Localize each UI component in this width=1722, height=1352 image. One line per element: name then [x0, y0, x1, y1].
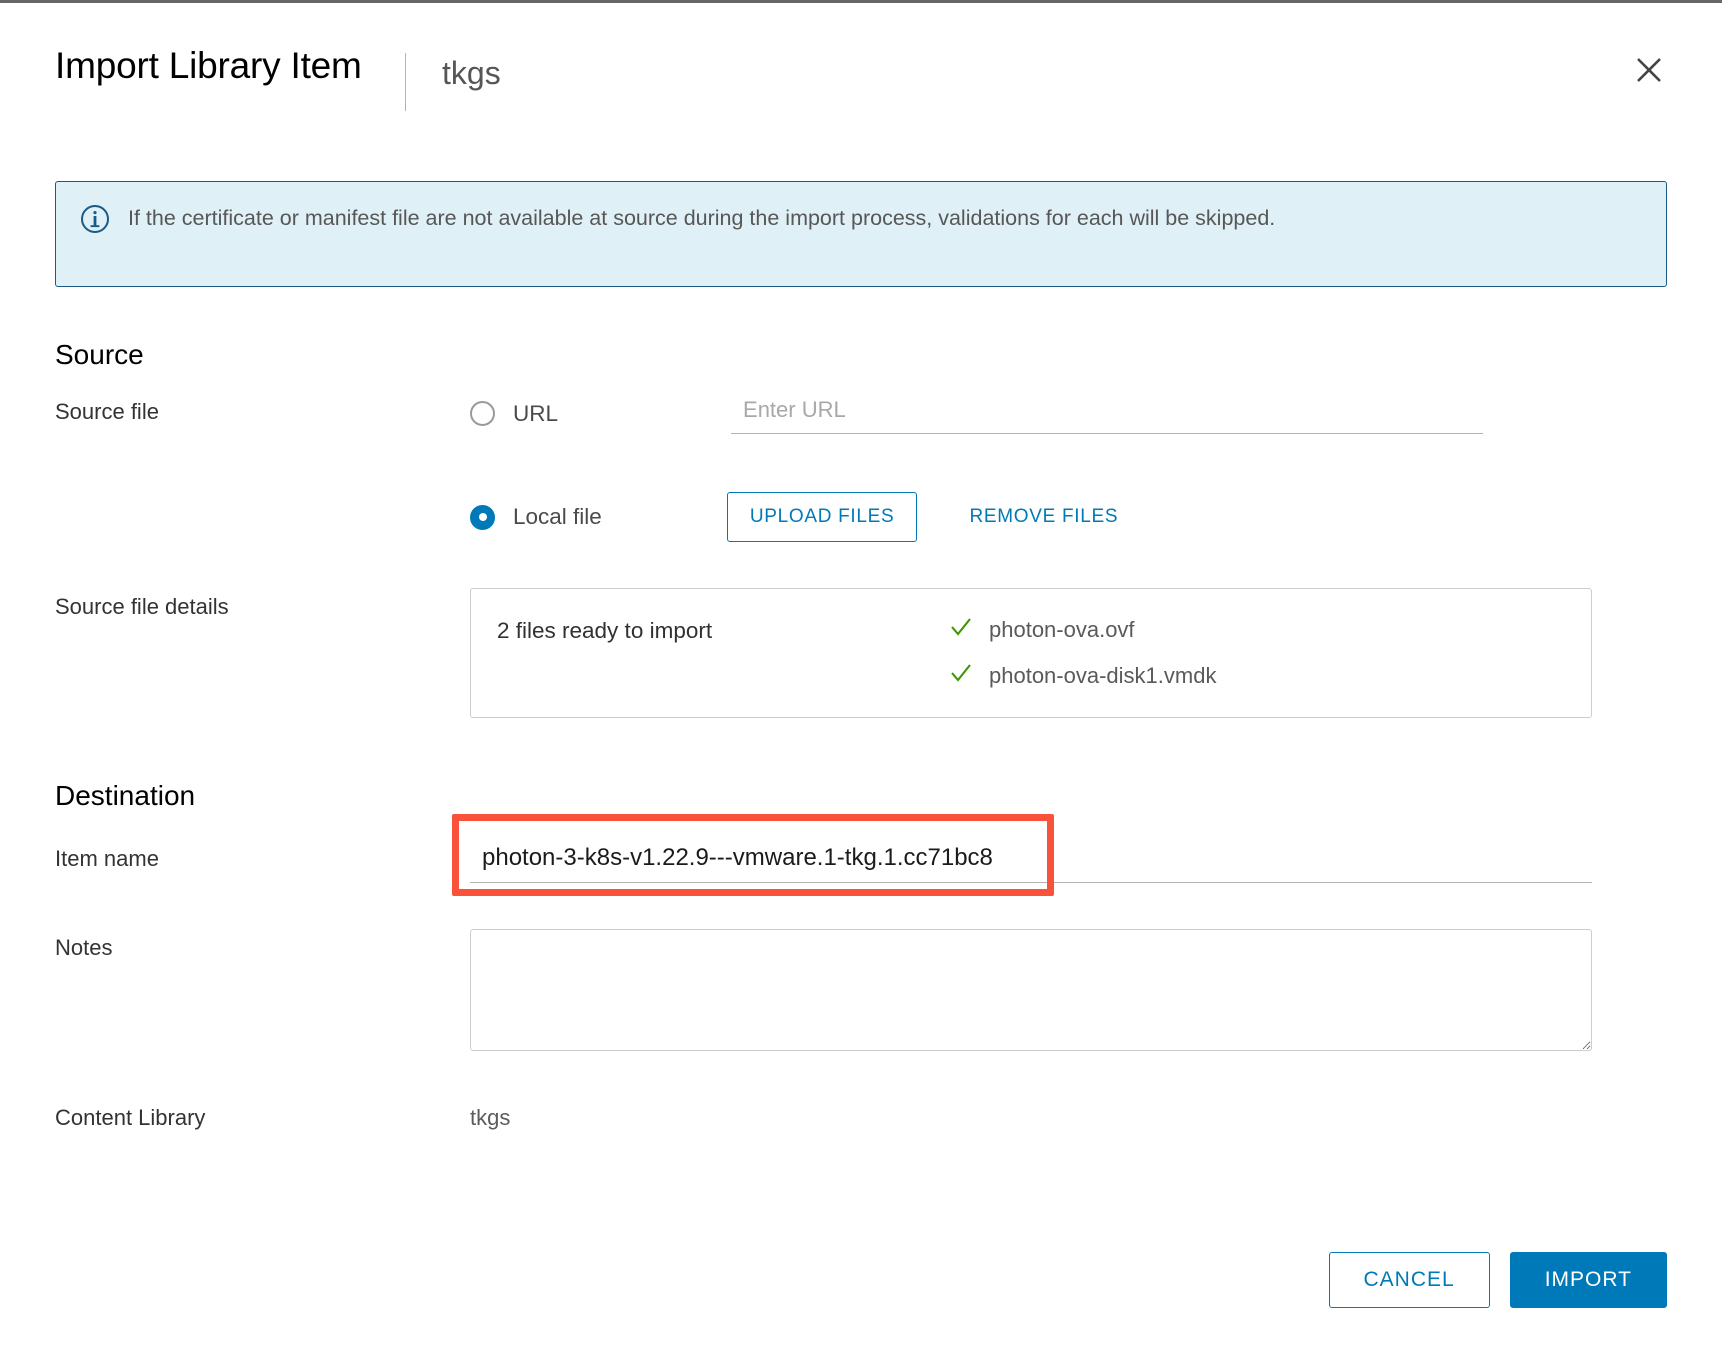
- list-item: photon-ova.ovf: [949, 615, 1565, 645]
- local-file-option-row: Local file UPLOAD FILES REMOVE FILES: [470, 492, 1667, 542]
- content-library-label: Content Library: [55, 1105, 206, 1130]
- info-alert: If the certificate or manifest file are …: [55, 181, 1667, 287]
- destination-section-heading: Destination: [55, 780, 196, 811]
- item-name-row: Item name: [55, 814, 1667, 896]
- url-radio[interactable]: [470, 401, 495, 426]
- url-input[interactable]: [731, 393, 1484, 434]
- info-circle-icon: [80, 204, 110, 239]
- dialog-subtitle: tkgs: [442, 55, 501, 91]
- import-button[interactable]: IMPORT: [1509, 1252, 1667, 1308]
- notes-label: Notes: [55, 935, 113, 960]
- page-title: Import Library Item: [55, 45, 362, 86]
- title-divider: [405, 53, 406, 111]
- local-file-radio-label[interactable]: Local file: [513, 504, 602, 530]
- source-file-details-row: Source file details 2 files ready to imp…: [55, 588, 1667, 718]
- local-file-radio[interactable]: [470, 504, 495, 530]
- remove-files-button[interactable]: REMOVE FILES: [955, 493, 1132, 541]
- close-icon[interactable]: [1626, 47, 1672, 93]
- upload-files-button[interactable]: UPLOAD FILES: [726, 492, 918, 542]
- dialog-footer: CANCEL IMPORT: [0, 1252, 1722, 1352]
- file-name: photon-ova-disk1.vmdk: [989, 663, 1217, 688]
- dialog-body: If the certificate or manifest file are …: [0, 178, 1722, 1252]
- source-file-row: Source file URL Local file UPLOAD FILES …: [55, 393, 1667, 542]
- cancel-button[interactable]: CANCEL: [1328, 1252, 1490, 1308]
- url-radio-label[interactable]: URL: [513, 401, 558, 427]
- uploaded-file-list: photon-ova.ovf photon-ova-disk1.vmdk: [949, 615, 1565, 691]
- file-name: photon-ova.ovf: [989, 617, 1135, 642]
- item-name-input[interactable]: [470, 840, 1592, 883]
- info-alert-text: If the certificate or manifest file are …: [128, 206, 1276, 230]
- source-section-heading: Source: [55, 339, 144, 370]
- url-option-row: URL: [470, 393, 1667, 434]
- content-library-value: tkgs: [470, 1105, 511, 1130]
- source-file-details-label: Source file details: [55, 594, 229, 619]
- notes-textarea[interactable]: [470, 929, 1592, 1051]
- title-row: Import Library Item tkgs: [55, 43, 1667, 111]
- list-item: photon-ova-disk1.vmdk: [949, 661, 1565, 691]
- notes-row: Notes: [55, 929, 1667, 1051]
- content-library-row: Content Library tkgs: [55, 1099, 1667, 1131]
- dialog-header: Import Library Item tkgs: [0, 3, 1722, 178]
- item-name-label: Item name: [55, 846, 159, 871]
- check-icon: [949, 615, 973, 645]
- files-ready-summary: 2 files ready to import: [497, 618, 713, 643]
- import-library-item-dialog: Import Library Item tkgs If the certific…: [0, 0, 1722, 1352]
- source-file-label: Source file: [55, 399, 159, 424]
- source-file-details-box: 2 files ready to import photon-ova.ovf p…: [470, 588, 1592, 718]
- check-icon: [949, 661, 973, 691]
